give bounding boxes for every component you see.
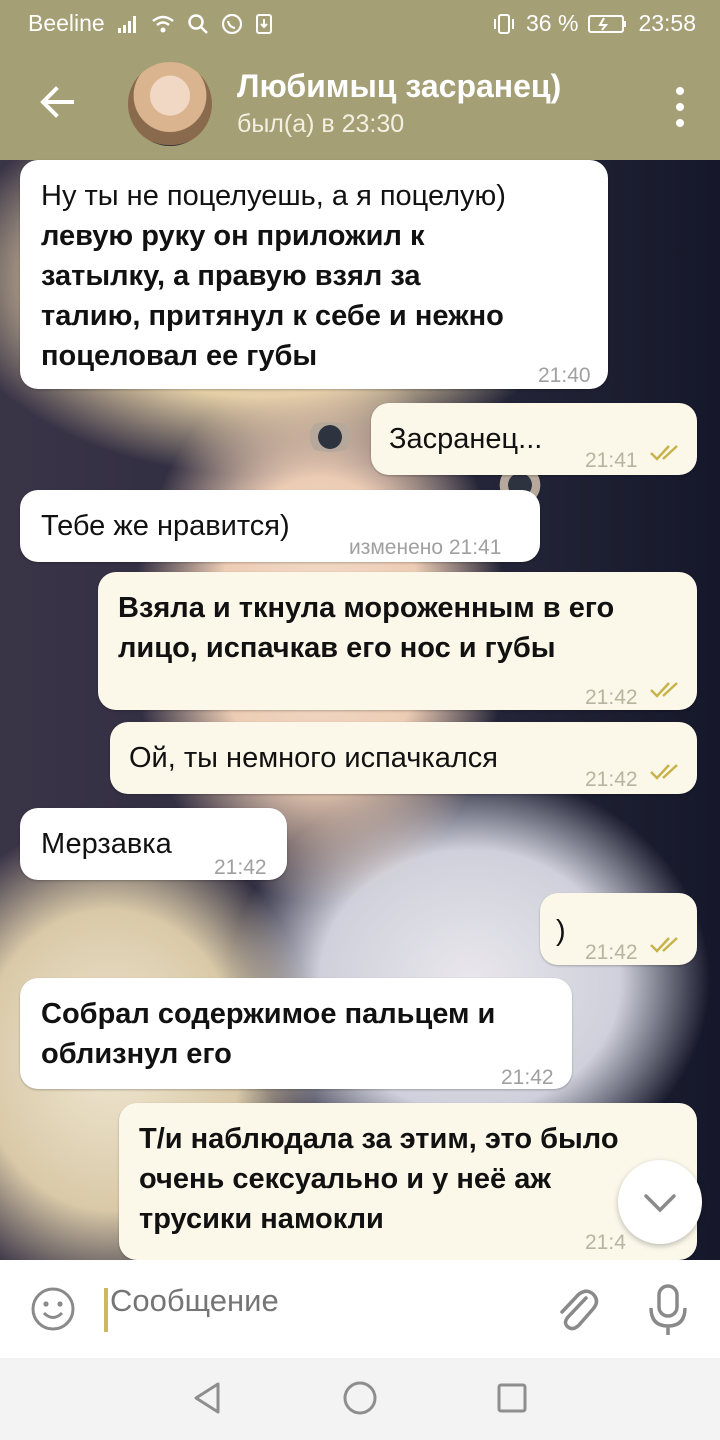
search-icon <box>187 13 208 34</box>
download-icon <box>255 13 272 34</box>
message-time: 21:42 <box>214 856 267 879</box>
message-text: поцеловал ее губы <box>41 340 318 372</box>
whatsapp-icon <box>221 13 242 34</box>
nav-home-icon[interactable] <box>342 1380 378 1416</box>
vibrate-icon <box>494 13 514 34</box>
status-bar: Beeline 36 % 23:58 <box>0 0 720 48</box>
message-text: очень сексуально и у неё аж <box>139 1163 551 1195</box>
message-text: Мерзавка <box>41 828 172 860</box>
message-composer <box>0 1260 720 1358</box>
message-bubble-incoming[interactable]: Собрал содержимое пальцем и облизнул его… <box>20 978 572 1089</box>
carrier-label: Beeline <box>28 10 105 36</box>
message-text: Собрал содержимое пальцем и <box>41 998 496 1030</box>
last-seen-status: был(а) в 23:30 <box>237 110 405 138</box>
message-bubble-incoming[interactable]: Мерзавка 21:42 <box>20 808 287 880</box>
message-bubble-outgoing[interactable]: Ой, ты немного испачкался 21:42 <box>110 722 697 794</box>
chat-header: Любимыц засранец) был(а) в 23:30 <box>0 48 720 160</box>
scroll-to-bottom-button[interactable] <box>618 1160 702 1244</box>
message-text: талию, притянул к себе и нежно <box>41 300 504 332</box>
wifi-icon <box>151 15 174 32</box>
message-text: Взяла и ткнула мороженным в его <box>118 592 615 624</box>
signal-icon <box>117 15 136 33</box>
message-text: облизнул его <box>41 1038 232 1070</box>
avatar[interactable] <box>128 62 212 146</box>
message-bubble-outgoing[interactable]: Т/и наблюдала за этим, это было очень се… <box>119 1103 697 1260</box>
message-text: Тебе же нравится) <box>41 510 290 542</box>
message-time: 21:40 <box>538 364 591 387</box>
message-bubble-outgoing[interactable]: Взяла и ткнула мороженным в его лицо, ис… <box>98 572 697 710</box>
battery-icon <box>588 14 627 33</box>
message-time: изменено 21:41 <box>349 536 502 559</box>
double-check-icon <box>650 445 678 461</box>
message-text: ) <box>556 915 566 947</box>
contact-name[interactable]: Любимыц засранец) <box>237 68 561 105</box>
back-arrow-icon[interactable] <box>30 74 86 130</box>
message-bubble-incoming[interactable]: Ну ты не поцелуешь, а я поцелую) левую р… <box>20 160 608 389</box>
message-input[interactable] <box>108 1282 512 1320</box>
nav-back-icon[interactable] <box>190 1380 224 1416</box>
message-time: 21:42 <box>501 1066 554 1089</box>
more-options-icon[interactable] <box>670 84 690 130</box>
nav-recents-icon[interactable] <box>496 1382 528 1414</box>
message-text: лицо, испачкав его нос и губы <box>118 632 556 664</box>
message-bubble-incoming[interactable]: Тебе же нравится) изменено 21:41 <box>20 490 540 562</box>
message-text: левую руку он приложил к <box>41 220 425 252</box>
microphone-icon[interactable] <box>646 1282 690 1338</box>
message-bubble-outgoing[interactable]: ) 21:42 <box>540 893 697 965</box>
wallpaper-decoration <box>300 422 360 452</box>
message-time: 21:41 <box>585 449 638 472</box>
chevron-down-icon <box>644 1194 676 1213</box>
double-check-icon <box>650 764 678 780</box>
message-time: 21:42 <box>585 686 638 709</box>
battery-percent: 36 % <box>526 10 579 36</box>
message-time: 21:42 <box>585 768 638 791</box>
double-check-icon <box>650 937 678 953</box>
message-bubble-outgoing[interactable]: Засранец... 21:41 <box>371 403 697 475</box>
message-text: Ой, ты немного испачкался <box>129 742 498 774</box>
message-text: трусики намокли <box>139 1203 384 1235</box>
message-text: затылку, а правую взял за <box>41 260 421 292</box>
message-text: Т/и наблюдала за этим, это было <box>139 1123 619 1155</box>
attach-icon[interactable] <box>552 1284 600 1336</box>
message-text: Засранец... <box>389 423 543 455</box>
system-nav-bar <box>0 1358 720 1440</box>
message-text: Ну ты не поцелуешь, а я поцелую) <box>41 180 506 212</box>
message-time: 21:42 <box>585 941 638 964</box>
clock: 23:58 <box>638 10 696 36</box>
emoji-icon[interactable] <box>30 1286 76 1332</box>
double-check-icon <box>650 682 678 698</box>
